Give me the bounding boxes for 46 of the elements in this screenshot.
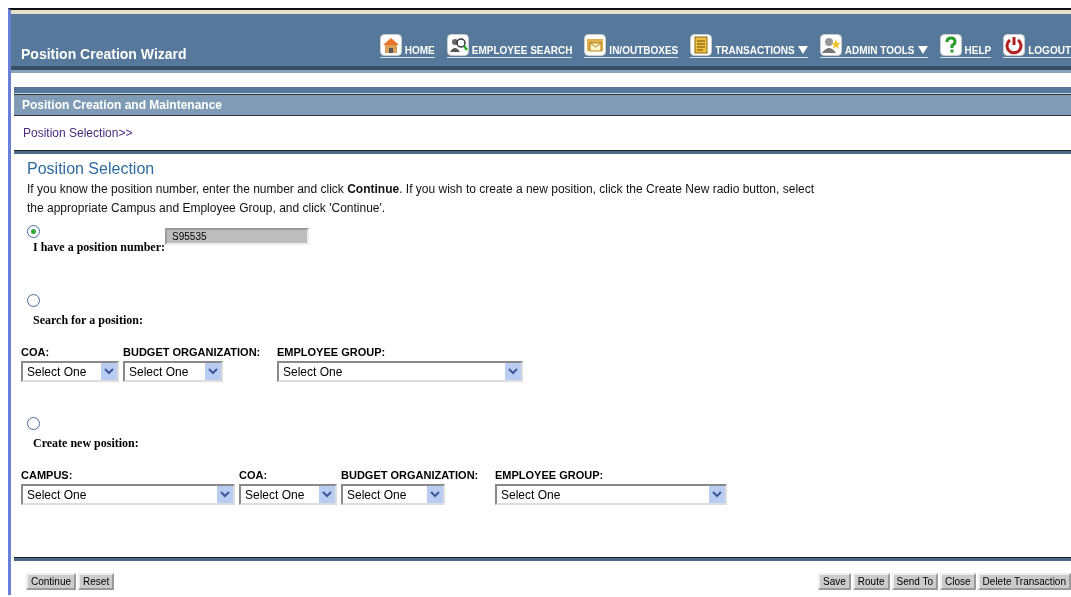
form-button[interactable]: Continue <box>26 573 77 590</box>
nav-link[interactable]: IN/OUTBOXES <box>584 34 679 58</box>
dropdown-field[interactable]: Select One <box>341 484 445 505</box>
house-icon <box>379 34 402 56</box>
form-button[interactable]: Route <box>852 573 890 590</box>
field-label: BUDGET ORGANIZATION: <box>341 469 480 481</box>
dropdown-field[interactable]: Select One <box>123 361 223 382</box>
nav-link[interactable]: TRANSACTIONS <box>690 34 808 58</box>
dropdown-field[interactable]: Select One <box>21 361 119 382</box>
breadcrumb-link[interactable]: Position Selection>> <box>23 126 133 140</box>
power-icon <box>1003 34 1026 56</box>
envelope-folder-icon <box>584 34 607 56</box>
position-number-field[interactable]: S95535 <box>165 228 310 245</box>
form-button[interactable]: Send To <box>891 573 939 590</box>
document-icon <box>690 34 713 56</box>
nav-link[interactable]: EMPLOYEE SEARCH <box>446 34 573 58</box>
dropdown-field[interactable]: Select One <box>495 484 727 505</box>
field-label: CAMPUS: <box>21 469 74 481</box>
form-button[interactable]: Close <box>940 573 976 590</box>
instructions-text: If you know the position number, enter the number and click Continue. If you wish to create a new position, click the Create New radio button, select the appropriate Campus and Employee Group, and click 'Continue'. <box>27 181 816 217</box>
dropdown-field[interactable]: Select One <box>277 361 523 382</box>
field-label: COA: <box>21 346 51 358</box>
nav-link[interactable]: HOME <box>379 34 435 58</box>
option-label: Create new position: <box>33 436 139 451</box>
section-header: Position Creation and Maintenance <box>14 94 1071 116</box>
field-label: EMPLOYEE GROUP: <box>495 469 605 481</box>
dropdown-field[interactable]: Select One <box>21 484 235 505</box>
field-label: BUDGET ORGANIZATION: <box>123 346 262 358</box>
window-title: Position Creation Wizard <box>21 46 187 62</box>
radio-button[interactable] <box>27 294 40 307</box>
nav-link[interactable]: HELP <box>939 34 992 58</box>
form-button[interactable]: Reset <box>78 573 115 590</box>
form-button[interactable]: Save <box>818 573 851 590</box>
radio-button[interactable] <box>27 417 40 430</box>
help-icon <box>939 34 962 56</box>
nav-link[interactable]: ADMIN TOOLS <box>819 34 928 58</box>
field-label: COA: <box>239 469 269 481</box>
form-button[interactable]: Delete Transaction <box>977 573 1071 590</box>
page-heading: Position Selection <box>27 160 156 178</box>
people-search-icon <box>446 34 469 56</box>
option-label: I have a position number: <box>33 240 166 255</box>
nav-link[interactable]: LOGOUT <box>1003 34 1071 58</box>
option-label: Search for a position: <box>33 313 143 328</box>
dropdown-field[interactable]: Select One <box>239 484 337 505</box>
field-label: EMPLOYEE GROUP: <box>277 346 387 358</box>
radio-button[interactable] <box>27 225 40 238</box>
